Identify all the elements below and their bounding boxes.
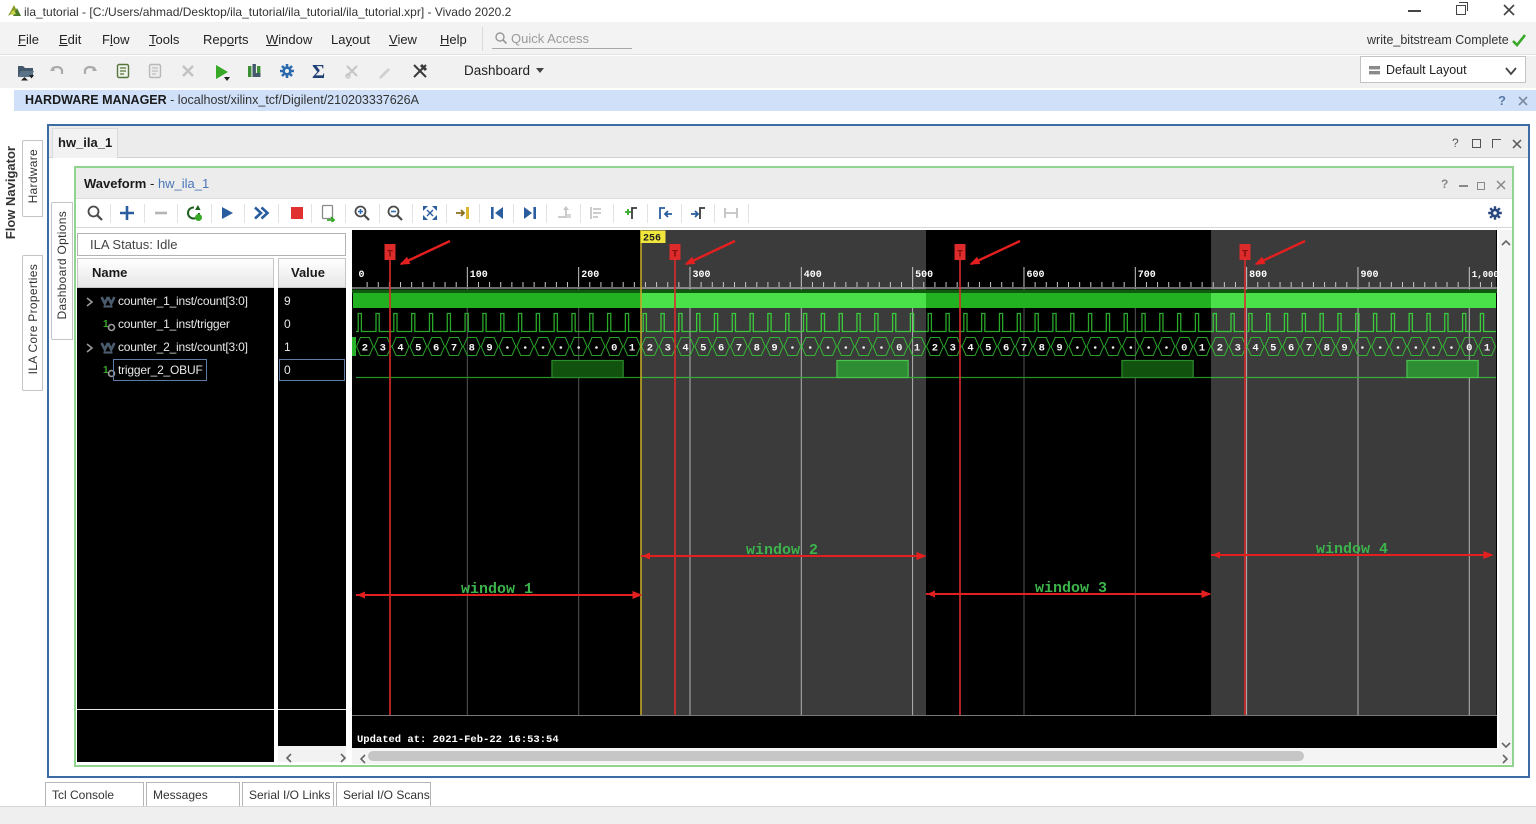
svg-text:4: 4	[967, 343, 973, 355]
svg-text:window 4: window 4	[1316, 541, 1388, 558]
svg-text:256: 256	[643, 234, 661, 245]
svg-text:500: 500	[915, 270, 933, 281]
svg-text:800: 800	[1249, 270, 1267, 281]
svg-text:9: 9	[771, 343, 777, 355]
svg-text:T: T	[672, 250, 678, 261]
svg-text:100: 100	[470, 270, 488, 281]
svg-text:0: 0	[1466, 343, 1472, 355]
svg-text:2: 2	[647, 343, 653, 355]
svg-text:2: 2	[362, 343, 368, 355]
svg-text:3: 3	[950, 343, 956, 355]
svg-text:7: 7	[1021, 343, 1027, 355]
svg-text:600: 600	[1027, 270, 1045, 281]
svg-text:3: 3	[380, 343, 386, 355]
svg-text:3: 3	[1235, 343, 1241, 355]
svg-text:6: 6	[1003, 343, 1009, 355]
svg-text:2: 2	[932, 343, 938, 355]
svg-text:9: 9	[1056, 343, 1062, 355]
svg-text:5: 5	[415, 343, 421, 355]
svg-text:5: 5	[700, 343, 706, 355]
svg-text:8: 8	[1039, 343, 1045, 355]
svg-text:window 3: window 3	[1035, 580, 1107, 597]
svg-text:700: 700	[1138, 270, 1156, 281]
svg-text:window 1: window 1	[461, 581, 533, 598]
svg-text:1: 1	[1484, 343, 1490, 355]
svg-text:8: 8	[754, 343, 760, 355]
svg-text:0: 0	[1181, 343, 1187, 355]
svg-text:0: 0	[611, 343, 617, 355]
svg-text:window 2: window 2	[746, 542, 818, 559]
svg-text:4: 4	[397, 343, 403, 355]
svg-text:1: 1	[629, 343, 635, 355]
svg-text:T: T	[1242, 250, 1248, 261]
svg-text:300: 300	[693, 270, 711, 281]
svg-text:5: 5	[985, 343, 991, 355]
svg-text:5: 5	[1270, 343, 1276, 355]
svg-text:3: 3	[665, 343, 671, 355]
svg-text:9: 9	[486, 343, 492, 355]
svg-text:7: 7	[736, 343, 742, 355]
svg-text:9: 9	[1341, 343, 1347, 355]
svg-text:6: 6	[718, 343, 724, 355]
svg-text:0: 0	[359, 270, 365, 281]
svg-text:0: 0	[896, 343, 902, 355]
svg-text:900: 900	[1361, 270, 1379, 281]
svg-text:6: 6	[433, 343, 439, 355]
svg-text:200: 200	[581, 270, 599, 281]
svg-text:4: 4	[1252, 343, 1258, 355]
svg-text:400: 400	[804, 270, 822, 281]
svg-text:7: 7	[451, 343, 457, 355]
svg-text:6: 6	[1288, 343, 1294, 355]
svg-text:T: T	[957, 250, 963, 261]
svg-text:T: T	[387, 250, 393, 261]
svg-text:4: 4	[682, 343, 688, 355]
svg-text:7: 7	[1306, 343, 1312, 355]
svg-text:1,000: 1,000	[1472, 270, 1497, 280]
svg-text:8: 8	[469, 343, 475, 355]
svg-text:1: 1	[1199, 343, 1205, 355]
svg-text:2: 2	[1217, 343, 1223, 355]
svg-text:8: 8	[1324, 343, 1330, 355]
svg-text:1: 1	[914, 343, 920, 355]
